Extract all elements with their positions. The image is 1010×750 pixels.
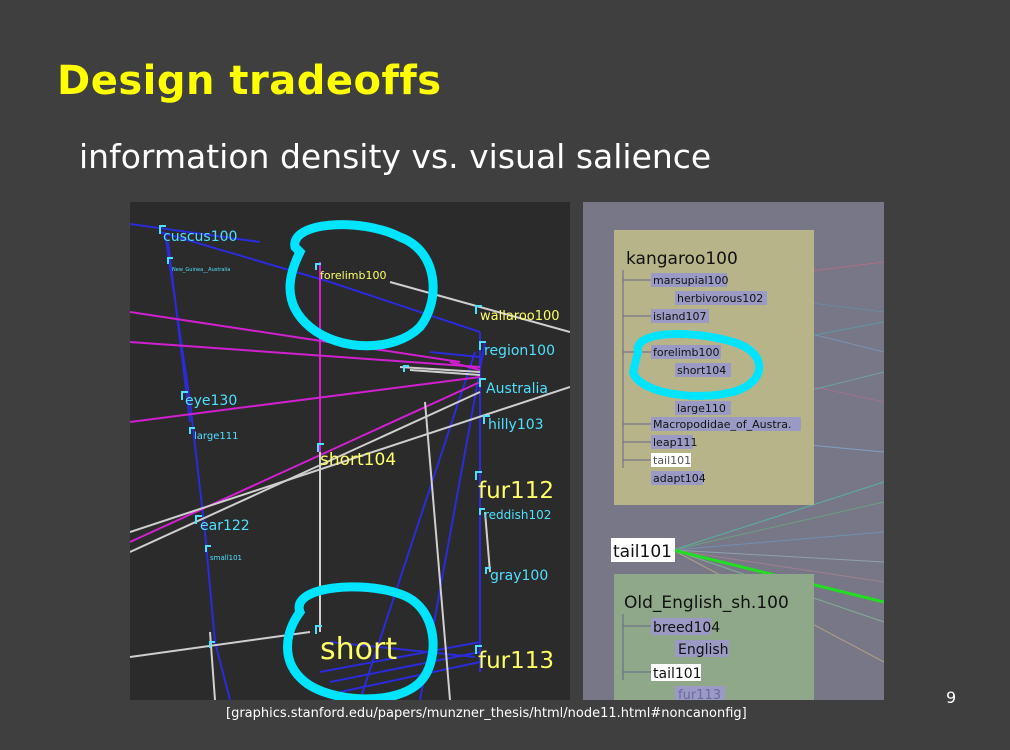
old-english-item-2: tail101 <box>653 666 702 682</box>
kangaroo-title: kangaroo100 <box>626 249 738 269</box>
node-label-ear: ear122 <box>200 518 250 534</box>
node-label-tiny: New_Guinea__Australia <box>172 267 230 273</box>
old-english-item-0: breed104 <box>653 620 720 636</box>
kangaroo-item-7: leap111 <box>653 436 698 449</box>
node-label-eye: eye130 <box>185 393 237 409</box>
node-label-large: large111 <box>194 431 238 442</box>
old-english-item-1: English <box>678 642 729 658</box>
node-label-cuscus: cuscus100 <box>163 229 237 245</box>
left-graph-panel: cuscus100 New_Guinea__Australia forelimb… <box>130 202 570 700</box>
left-graph-svg: cuscus100 New_Guinea__Australia forelimb… <box>130 220 570 700</box>
node-label-wallaroo: wallaroo100 <box>480 309 560 324</box>
slide-title: Design tradeoffs <box>57 58 442 104</box>
kangaroo-item-6: Macropodidae_of_Austra. <box>653 418 791 431</box>
kangaroo-item-5: large110 <box>677 402 726 415</box>
node-label-forelimb: forelimb100 <box>320 269 386 282</box>
node-label-australia: Australia <box>486 381 548 397</box>
source-caption: [graphics.stanford.edu/papers/munzner_th… <box>226 706 747 721</box>
node-label-region: region100 <box>484 343 555 359</box>
old-english-title: Old_English_sh.100 <box>624 593 789 613</box>
kangaroo-item-9: adapt104 <box>653 472 706 485</box>
slide-subtitle: information density vs. visual salience <box>79 137 712 176</box>
node-label-gray: gray100 <box>490 568 548 584</box>
right-graph-panel: kangaroo100 marsupial100 herbivorous102 … <box>583 202 884 700</box>
kangaroo-item-2: island107 <box>653 310 707 323</box>
node-label-fur113: fur113 <box>478 648 554 674</box>
node-label-hilly: hilly103 <box>488 417 544 433</box>
right-graph-svg: kangaroo100 marsupial100 herbivorous102 … <box>611 230 884 700</box>
highlight-circle-forelimb <box>285 220 438 351</box>
node-label-small: small101 <box>210 554 242 562</box>
kangaroo-item-4: short104 <box>677 364 726 377</box>
node-label-fur112: fur112 <box>478 478 554 504</box>
page-number: 9 <box>946 688 957 707</box>
kangaroo-item-0: marsupial100 <box>653 274 729 287</box>
kangaroo-item-3: forelimb100 <box>653 346 719 359</box>
tail-label: tail101 <box>613 542 672 562</box>
kangaroo-item-8: tail101 <box>653 454 691 467</box>
kangaroo-item-1: herbivorous102 <box>677 292 763 305</box>
node-label-short: short <box>320 632 397 667</box>
node-label-short104: short104 <box>320 450 396 470</box>
node-label-reddish: reddish102 <box>484 508 551 522</box>
old-english-item-3: fur113 <box>678 688 721 700</box>
